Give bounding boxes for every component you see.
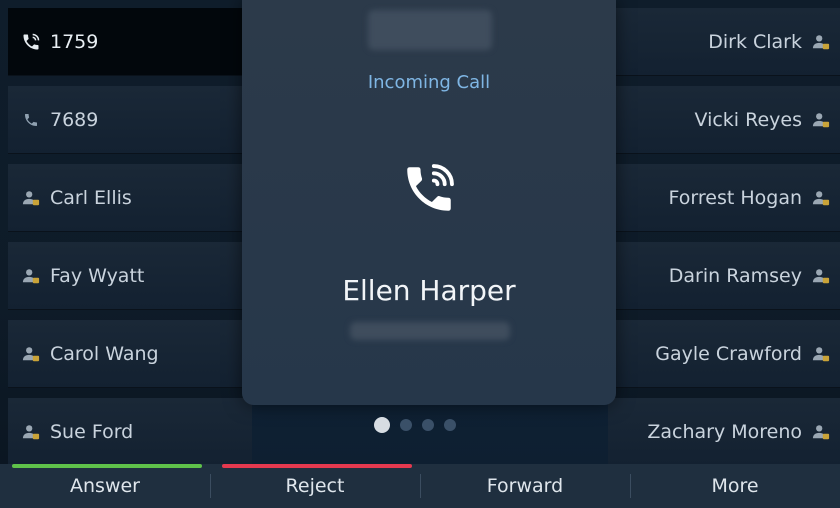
contact-icon xyxy=(810,421,832,443)
line-key-carl-ellis[interactable]: Carl Ellis xyxy=(8,164,252,232)
line-key-7689[interactable]: 7689 xyxy=(8,86,252,154)
line-key-carol-wang[interactable]: Carol Wang xyxy=(8,320,252,388)
line-key-label: Sue Ford xyxy=(50,420,134,443)
redacted-header xyxy=(368,10,492,50)
contact-icon xyxy=(810,31,832,53)
line-key-vicki-reyes[interactable]: Vicki Reyes xyxy=(608,86,840,154)
caller-name: Ellen Harper xyxy=(342,274,516,307)
answer-indicator xyxy=(12,464,202,468)
page-dot[interactable] xyxy=(400,419,412,431)
line-key-label: Gayle Crawford xyxy=(655,342,802,365)
ringing-phone-icon xyxy=(20,31,42,53)
redacted-caller-number xyxy=(350,322,510,340)
more-button[interactable]: More xyxy=(630,464,840,508)
contact-icon xyxy=(810,109,832,131)
reject-indicator xyxy=(222,464,412,468)
line-key-label: Vicki Reyes xyxy=(694,108,803,131)
contact-icon xyxy=(20,343,42,365)
softkey-bar: Answer Reject Forward More xyxy=(0,464,840,508)
phone-icon xyxy=(20,109,42,131)
contact-icon xyxy=(810,265,832,287)
line-key-label: Carl Ellis xyxy=(50,186,132,209)
reject-button[interactable]: Reject xyxy=(210,464,420,508)
page-indicator xyxy=(374,417,456,433)
incoming-call-card[interactable]: Incoming Call Ellen Harper xyxy=(242,0,616,405)
line-key-zachary-moreno[interactable]: Zachary Moreno xyxy=(608,398,840,466)
contact-icon xyxy=(20,187,42,209)
line-key-sue-ford[interactable]: Sue Ford xyxy=(8,398,252,466)
line-key-dirk-clark[interactable]: Dirk Clark xyxy=(608,8,840,76)
line-key-1759[interactable]: 1759 xyxy=(8,8,252,76)
line-key-label: Zachary Moreno xyxy=(647,420,802,443)
phone-screen: 1759 7689 Carl Ellis Fay Wyatt Carol Wan… xyxy=(0,0,840,508)
line-key-darin-ramsey[interactable]: Darin Ramsey xyxy=(608,242,840,310)
line-key-fay-wyatt[interactable]: Fay Wyatt xyxy=(8,242,252,310)
line-key-label: 7689 xyxy=(50,108,99,131)
line-key-gayle-crawford[interactable]: Gayle Crawford xyxy=(608,320,840,388)
line-key-label: Carol Wang xyxy=(50,342,159,365)
answer-label: Answer xyxy=(70,475,140,497)
page-dot-active[interactable] xyxy=(374,417,390,433)
contact-icon xyxy=(810,187,832,209)
line-key-label: Darin Ramsey xyxy=(668,264,802,287)
line-key-label: Dirk Clark xyxy=(708,30,802,53)
forward-button[interactable]: Forward xyxy=(420,464,630,508)
page-dot[interactable] xyxy=(444,419,456,431)
contact-icon xyxy=(810,343,832,365)
line-key-label: Fay Wyatt xyxy=(50,264,145,287)
forward-label: Forward xyxy=(486,475,564,497)
call-status: Incoming Call xyxy=(367,72,491,93)
line-key-label: Forrest Hogan xyxy=(668,186,802,209)
ringing-phone-icon xyxy=(400,160,458,218)
page-dot[interactable] xyxy=(422,419,434,431)
reject-label: Reject xyxy=(285,475,345,497)
more-label: More xyxy=(711,475,759,497)
answer-button[interactable]: Answer xyxy=(0,464,210,508)
line-key-forrest-hogan[interactable]: Forrest Hogan xyxy=(608,164,840,232)
contact-icon xyxy=(20,265,42,287)
line-key-label: 1759 xyxy=(50,30,99,53)
contact-icon xyxy=(20,421,42,443)
